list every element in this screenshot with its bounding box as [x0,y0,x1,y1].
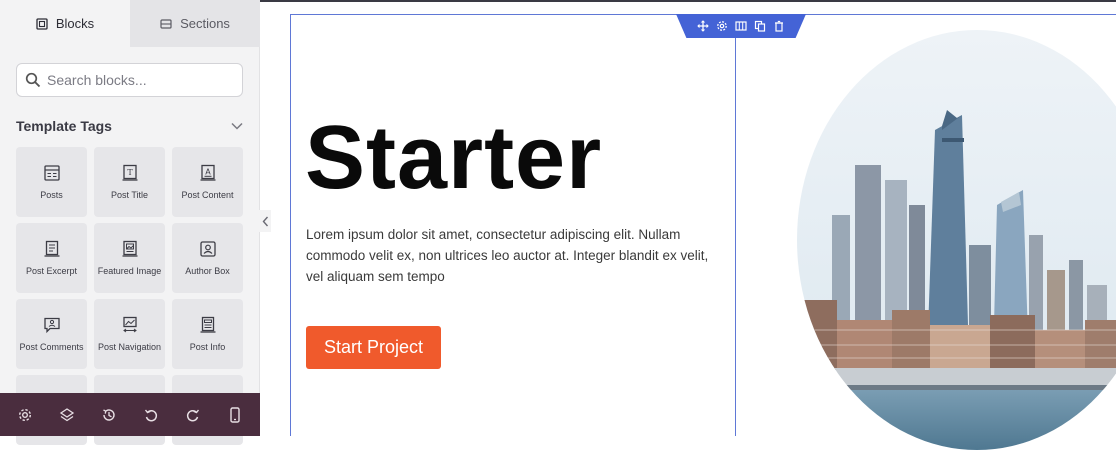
settings-icon [18,408,32,421]
settings-button[interactable] [15,405,35,425]
blocks-sidebar: Blocks Sections Template Tags Posts T Po… [0,0,260,445]
block-post-excerpt[interactable]: Post Excerpt [16,223,87,293]
history-button[interactable] [99,405,119,425]
tab-blocks-label: Blocks [55,16,95,31]
svg-text:T: T [127,168,133,177]
search-box[interactable] [16,63,243,97]
sections-icon [160,18,172,29]
block-author-box[interactable]: Author Box [172,223,243,293]
column-settings-button[interactable] [716,20,728,32]
delete-button[interactable] [773,20,785,32]
columns-button[interactable] [735,20,747,32]
posts-icon [43,165,60,181]
chevron-left-icon [262,216,268,226]
start-project-button[interactable]: Start Project [306,326,441,369]
undo-icon [144,409,158,421]
move-button[interactable] [697,20,709,32]
mobile-preview-button[interactable] [225,405,245,425]
undo-button[interactable] [141,405,161,425]
settings-icon [717,21,727,31]
chevron-down-icon[interactable] [231,122,243,130]
redo-button[interactable] [183,405,203,425]
block-label: Post Excerpt [25,266,78,276]
block-post-navigation[interactable]: Post Navigation [94,299,165,369]
blocks-icon [36,17,48,30]
post-comments-icon [43,317,60,334]
block-post-content[interactable]: A Post Content [172,147,243,217]
block-featured-image[interactable]: Featured Image [94,223,165,293]
tab-blocks[interactable]: Blocks [0,0,130,47]
block-label: Post Content [181,190,234,200]
category-header[interactable]: Template Tags [16,116,243,136]
block-posts[interactable]: Posts [16,147,87,217]
collapse-sidebar-button[interactable] [259,210,271,232]
post-info-icon [200,316,215,333]
bottom-toolbar [0,393,260,436]
block-label: Featured Image [97,266,162,276]
block-label: Post Title [110,190,148,200]
block-label: Post Navigation [97,342,162,352]
search-icon [25,72,41,88]
block-label: Author Box [185,266,230,276]
move-icon [697,20,709,32]
mobile-preview-icon [230,406,240,423]
block-post-info[interactable]: Post Info [172,299,243,369]
columns-icon [735,21,747,31]
tab-sections[interactable]: Sections [130,0,260,47]
block-label: Post Comments [19,342,84,352]
body-paragraph[interactable]: Lorem ipsum dolor sit amet, consectetur … [306,224,726,287]
block-post-title[interactable]: T Post Title [94,147,165,217]
block-label: Post Info [189,342,226,352]
sidebar-tabs: Blocks Sections [0,0,260,47]
history-icon [103,408,115,421]
tab-sections-label: Sections [180,16,230,31]
featured-image-icon [122,240,137,257]
post-navigation-icon [122,316,137,333]
post-content-icon: A [200,164,215,181]
category-title: Template Tags [16,118,112,134]
layers-button[interactable] [57,405,77,425]
post-excerpt-icon [44,240,59,257]
duplicate-icon [754,20,766,32]
page-headline[interactable]: Starter [305,108,602,208]
duplicate-button[interactable] [754,20,766,32]
redo-icon [186,409,200,421]
search-input[interactable] [47,72,237,88]
author-box-icon [199,241,216,257]
column-divider[interactable] [735,14,736,436]
block-label: Posts [40,190,63,200]
column-toolbar [676,14,806,38]
layers-icon [59,407,75,421]
delete-icon [775,20,783,32]
post-title-icon: T [122,164,137,181]
block-post-comments[interactable]: Post Comments [16,299,87,369]
svg-text:A: A [205,168,211,177]
